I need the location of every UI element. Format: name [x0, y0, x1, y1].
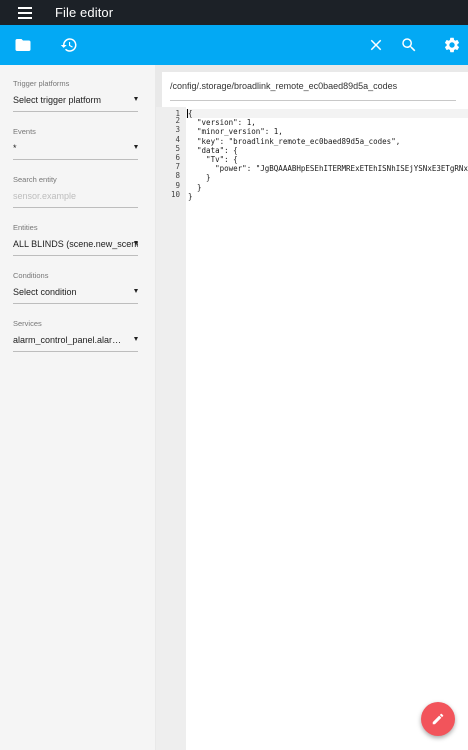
- code-content[interactable]: { "version": 1, "minor_version": 1, "key…: [188, 109, 468, 201]
- select-value: Select trigger platform: [13, 95, 102, 105]
- text-cursor: [187, 109, 188, 118]
- code-editor[interactable]: { "version": 1, "minor_version": 1, "key…: [186, 107, 468, 750]
- path-divider: [170, 100, 456, 101]
- edit-fab-button[interactable]: [421, 702, 455, 736]
- dropdown-caret-icon: [134, 337, 138, 341]
- sidebar: Trigger platforms Select trigger platfor…: [0, 65, 155, 750]
- events-select[interactable]: *: [13, 143, 138, 160]
- close-icon[interactable]: [363, 32, 389, 58]
- services-select[interactable]: alarm_control_panel.alarm_arm_away: [13, 335, 138, 352]
- line-number-gutter: 1 2 3 4 5 6 7 8 9 10: [156, 107, 186, 750]
- field-label: Services: [13, 319, 42, 328]
- line-number: 10: [170, 189, 180, 199]
- menu-icon[interactable]: [18, 7, 32, 19]
- line-number: 2: [175, 116, 180, 126]
- select-value: ALL BLINDS (scene.new_scene): [13, 239, 138, 249]
- search-icon[interactable]: [396, 32, 422, 58]
- line-number: 6: [175, 152, 180, 162]
- dropdown-caret-icon: [134, 289, 138, 293]
- conditions-select[interactable]: Select condition: [13, 287, 138, 304]
- line-number: 5: [175, 143, 180, 153]
- editor-toolbar: [0, 25, 468, 65]
- dropdown-caret-icon: [134, 241, 138, 245]
- search-entity-field[interactable]: Search entity sensor.example: [13, 175, 138, 208]
- entities-select[interactable]: ALL BLINDS (scene.new_scene): [13, 239, 138, 256]
- line-number: 4: [175, 134, 180, 144]
- pencil-icon: [432, 713, 444, 725]
- trigger-platform-select[interactable]: Select trigger platform: [13, 95, 138, 112]
- field-label: Trigger platforms: [13, 79, 70, 88]
- line-number: 8: [175, 171, 180, 181]
- select-value: *: [13, 143, 17, 153]
- services-field[interactable]: Services alarm_control_panel.alarm_arm_a…: [13, 319, 138, 352]
- field-label: Entities: [13, 223, 38, 232]
- select-value: alarm_control_panel.alarm_arm_away: [13, 335, 125, 345]
- folder-icon[interactable]: [10, 32, 36, 58]
- line-number: 7: [175, 162, 180, 172]
- app-bar: File editor: [0, 0, 468, 25]
- field-label: Search entity: [13, 175, 57, 184]
- events-field[interactable]: Events *: [13, 127, 138, 160]
- field-label: Conditions: [13, 271, 49, 280]
- field-label: Events: [13, 127, 36, 136]
- line-number: 1: [175, 109, 180, 118]
- search-entity-input[interactable]: sensor.example: [13, 191, 138, 208]
- line-number: 3: [175, 125, 180, 135]
- app-title: File editor: [55, 5, 114, 20]
- select-value: Select condition: [13, 287, 77, 297]
- dropdown-caret-icon: [134, 97, 138, 101]
- gear-icon[interactable]: [439, 32, 465, 58]
- dropdown-caret-icon: [134, 145, 138, 149]
- history-icon[interactable]: [56, 32, 82, 58]
- trigger-platform-field[interactable]: Trigger platforms Select trigger platfor…: [13, 79, 138, 112]
- file-path: /config/.storage/broadlink_remote_ec0bae…: [170, 81, 398, 91]
- line-number: 9: [175, 180, 180, 190]
- conditions-field[interactable]: Conditions Select condition: [13, 271, 138, 304]
- entities-field[interactable]: Entities ALL BLINDS (scene.new_scene): [13, 223, 138, 256]
